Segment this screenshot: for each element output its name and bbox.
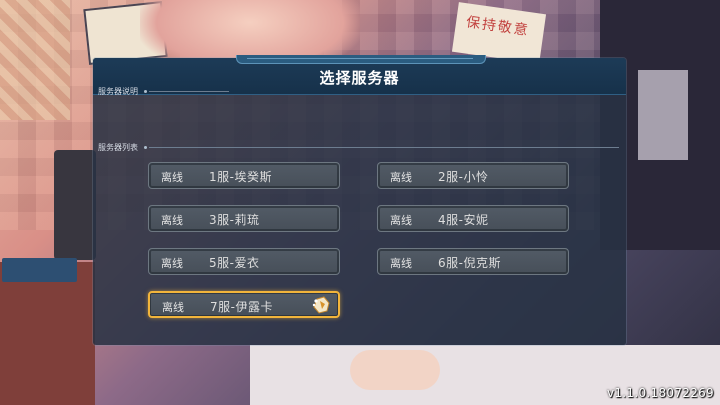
server-status: 离线 <box>161 257 183 270</box>
background-curtain <box>0 0 70 120</box>
section-dot <box>144 90 147 93</box>
server-name: 6服-倪克斯 <box>438 256 501 270</box>
server-button-5[interactable]: 离线 5服-爱衣 <box>148 248 340 275</box>
background-hand <box>350 350 440 390</box>
dialog-title: 选择服务器 <box>319 69 400 87</box>
background-character-collar <box>638 70 688 160</box>
version-label: v1.1.0.18072269 <box>606 386 714 400</box>
server-name: 4服-安妮 <box>438 213 489 227</box>
dialog-header: 选择服务器 <box>93 55 626 95</box>
server-button-7[interactable]: 离线 7服-伊露卡 <box>148 291 340 318</box>
background-monitor <box>54 150 96 260</box>
server-status: 离线 <box>161 214 183 227</box>
server-status: 离线 <box>390 257 412 270</box>
server-status: 离线 <box>162 301 184 314</box>
server-name: 7服-伊露卡 <box>210 300 273 314</box>
server-list-label: 服务器列表 <box>98 143 138 152</box>
server-button-3[interactable]: 离线 3服-莉琉 <box>148 205 340 232</box>
server-status: 离线 <box>390 171 412 184</box>
server-status: 离线 <box>161 171 183 184</box>
server-button-6[interactable]: 离线 6服-倪克斯 <box>377 248 569 275</box>
server-description-divider <box>149 91 229 92</box>
server-name: 3服-莉琉 <box>209 213 260 227</box>
section-dot <box>144 146 147 149</box>
server-name: 1服-埃癸斯 <box>209 170 272 184</box>
server-button-2[interactable]: 离线 2服-小怜 <box>377 162 569 189</box>
server-button-4[interactable]: 离线 4服-安妮 <box>377 205 569 232</box>
server-name: 2服-小怜 <box>438 170 489 184</box>
server-status: 离线 <box>390 214 412 227</box>
header-tab-decoration <box>236 55 486 64</box>
server-button-1[interactable]: 离线 1服-埃癸斯 <box>148 162 340 189</box>
server-name: 5服-爱衣 <box>209 256 260 270</box>
background-shelf <box>0 262 95 405</box>
background-books <box>2 258 77 282</box>
server-select-dialog: 选择服务器 服务器说明 服务器列表 离线 1服-埃癸斯 离线 2服-小怜 离线 … <box>93 55 626 345</box>
tap-cursor-icon <box>312 296 330 314</box>
server-description-label: 服务器说明 <box>98 87 138 96</box>
server-list-divider <box>149 147 619 148</box>
